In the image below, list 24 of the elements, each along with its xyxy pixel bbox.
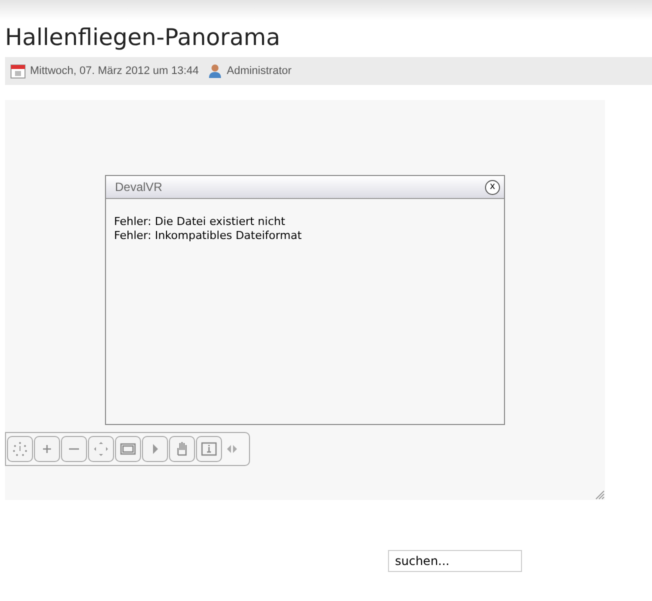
resize-grip-icon <box>595 490 605 500</box>
error-message: Fehler: Die Datei existiert nicht <box>114 215 286 229</box>
toolbar-button[interactable] <box>88 436 114 462</box>
move-arrows-icon <box>92 440 110 458</box>
toolbar-button[interactable] <box>7 436 33 462</box>
toolbar-button[interactable] <box>196 436 222 462</box>
search-field[interactable]: suchen... <box>388 550 522 572</box>
article-date: Mittwoch, 07. März 2012 um 13:44 <box>30 64 199 79</box>
calendar-icon <box>10 63 26 79</box>
rotate-dots-icon <box>11 440 29 458</box>
dialog-title: DevalVR <box>115 179 162 196</box>
article-title: Hallenfliegen-Panorama <box>5 24 280 53</box>
toolbar-button[interactable] <box>169 436 195 462</box>
close-button[interactable]: x <box>485 180 500 194</box>
error-message: Fehler: Inkompatibles Dateiformat <box>114 229 302 243</box>
toolbar-button[interactable] <box>34 436 60 462</box>
info-icon <box>200 440 218 458</box>
toolbar-button[interactable] <box>61 436 87 462</box>
toolbar-button[interactable] <box>115 436 141 462</box>
article-author: Administrator <box>226 64 292 79</box>
play-icon <box>152 444 158 454</box>
toolbar-button[interactable] <box>142 436 168 462</box>
collapse-arrows-icon[interactable] <box>226 444 238 454</box>
user-icon <box>206 63 223 79</box>
